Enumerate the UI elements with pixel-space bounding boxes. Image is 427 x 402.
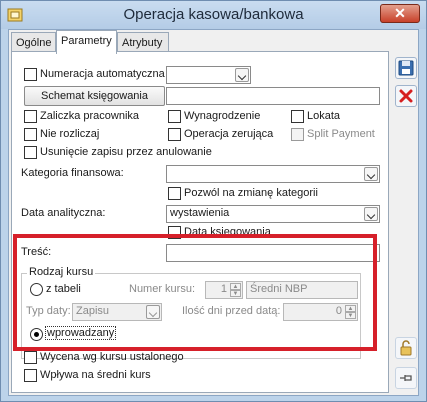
pin-button[interactable] bbox=[395, 367, 417, 389]
window: Operacja kasowa/bankowa ✕ Ogólne Paramet… bbox=[0, 0, 427, 402]
schemat-ksiegowania-button[interactable]: Schemat księgowania bbox=[24, 86, 165, 106]
kategoria-label: Kategoria finansowa: bbox=[21, 167, 124, 179]
chevron-down-icon bbox=[235, 68, 249, 82]
numeracja-label: Numeracja automatyczna bbox=[40, 68, 165, 80]
data-analityczna-select[interactable]: wystawienia bbox=[166, 205, 380, 223]
tab-parametry[interactable]: Parametry bbox=[56, 30, 117, 54]
wynagrodzenie-checkbox[interactable] bbox=[168, 110, 181, 123]
split-payment-checkbox[interactable] bbox=[291, 128, 304, 141]
operacja-zerujaca-label: Operacja zerująca bbox=[184, 128, 274, 140]
pin-icon bbox=[400, 375, 412, 381]
delete-icon bbox=[399, 89, 413, 103]
wplywa-label: Wpływa na średni kurs bbox=[40, 369, 151, 381]
data-analityczna-label: Data analityczna: bbox=[21, 207, 106, 219]
numeracja-checkbox[interactable] bbox=[24, 68, 37, 81]
operacja-zerujaca-checkbox[interactable] bbox=[168, 128, 181, 141]
nie-rozliczaj-checkbox[interactable] bbox=[24, 128, 37, 141]
wynagrodzenie-label: Wynagrodzenie bbox=[184, 110, 261, 122]
wycena-label: Wycena wg kursu ustalonego bbox=[40, 351, 184, 363]
close-button[interactable]: ✕ bbox=[380, 4, 420, 23]
usuniecie-label: Usunięcie zapisu przez anulowanie bbox=[40, 146, 212, 158]
usuniecie-checkbox[interactable] bbox=[24, 146, 37, 159]
kategoria-select[interactable] bbox=[166, 165, 380, 183]
wplywa-checkbox[interactable] bbox=[24, 369, 37, 382]
zaliczka-checkbox[interactable] bbox=[24, 110, 37, 123]
schemat-ksiegowania-field[interactable] bbox=[166, 87, 380, 105]
lock-icon bbox=[400, 340, 412, 356]
delete-button[interactable] bbox=[395, 85, 417, 107]
pozwol-label: Pozwól na zmianę kategorii bbox=[184, 187, 318, 199]
window-title: Operacja kasowa/bankowa bbox=[123, 6, 304, 23]
numeracja-select[interactable] bbox=[166, 66, 251, 84]
save-button[interactable] bbox=[395, 57, 417, 79]
chevron-down-icon bbox=[364, 207, 378, 221]
chevron-down-icon bbox=[364, 167, 378, 181]
highlight-box bbox=[13, 234, 377, 351]
lock-button[interactable] bbox=[395, 337, 417, 359]
split-payment-label: Split Payment bbox=[307, 128, 375, 140]
lokata-checkbox[interactable] bbox=[291, 110, 304, 123]
pozwol-checkbox[interactable] bbox=[168, 187, 181, 200]
wycena-checkbox[interactable] bbox=[24, 351, 37, 364]
title-bar: Operacja kasowa/bankowa ✕ bbox=[1, 1, 426, 29]
nie-rozliczaj-label: Nie rozliczaj bbox=[40, 128, 100, 140]
lokata-label: Lokata bbox=[307, 110, 341, 122]
zaliczka-label: Zaliczka pracownika bbox=[40, 110, 140, 122]
save-icon bbox=[398, 60, 414, 76]
